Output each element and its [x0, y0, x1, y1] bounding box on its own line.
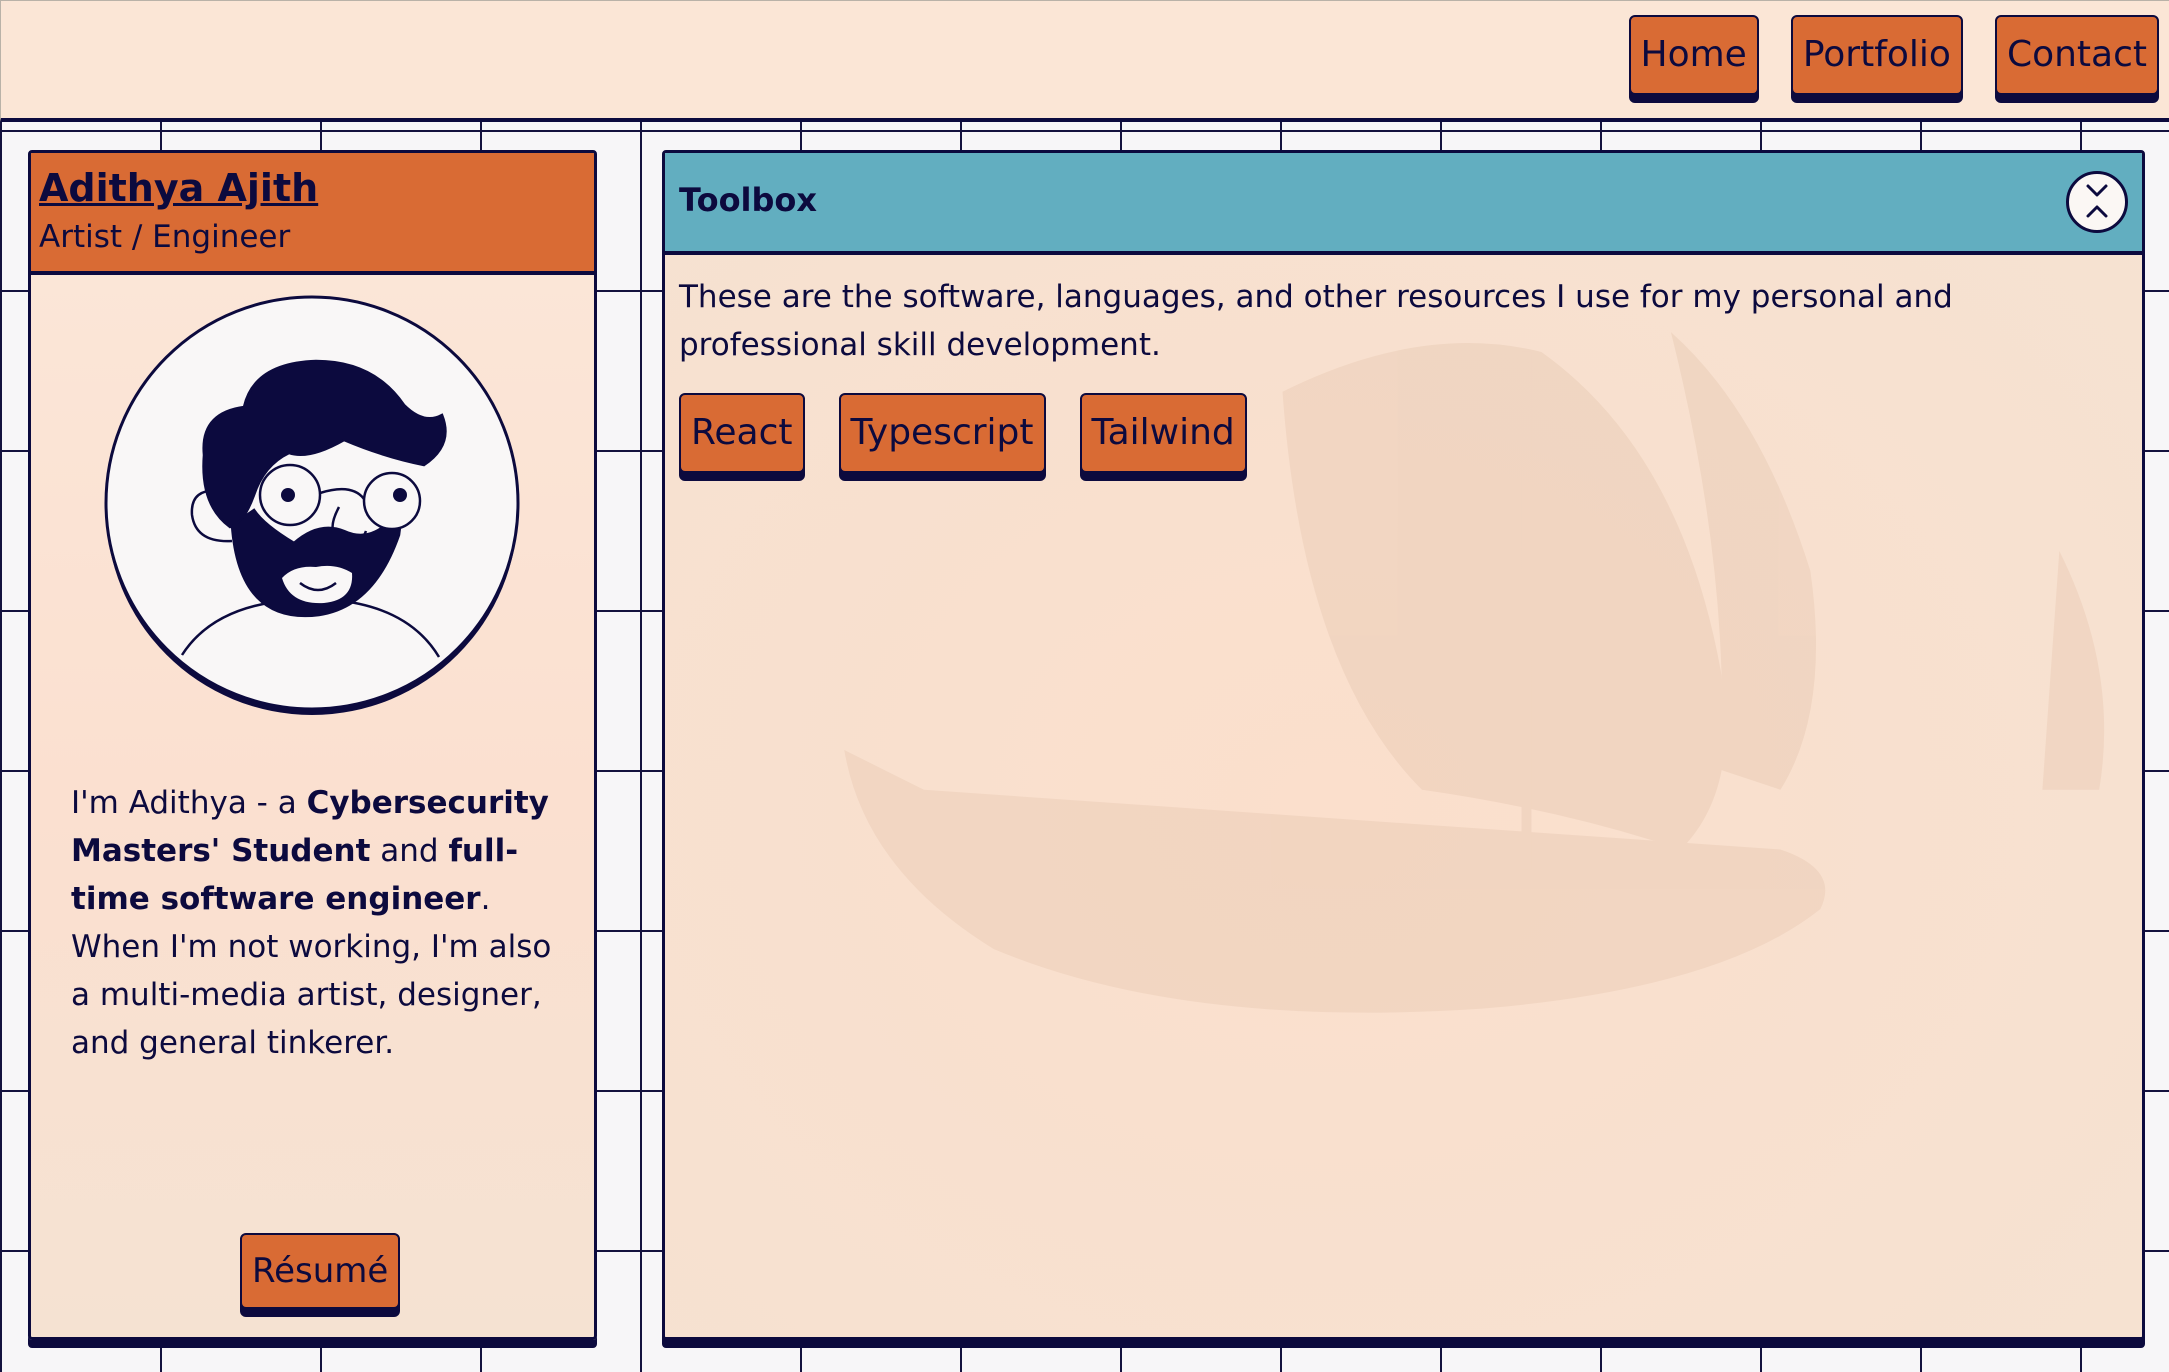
chevrons-collapse-icon: [2086, 184, 2108, 218]
nav-contact-button[interactable]: Contact: [1994, 15, 2159, 95]
top-nav-bar: Home Portfolio Contact: [0, 0, 2169, 122]
profile-header: Adithya Ajith Artist / Engineer: [31, 153, 594, 275]
profile-bio: I'm Adithya - a Cybersecurity Masters' S…: [71, 779, 571, 1067]
nav-portfolio-button[interactable]: Portfolio: [1790, 15, 1963, 95]
collapse-toggle-button[interactable]: [2066, 171, 2128, 233]
main-nav: Home Portfolio Contact: [1628, 15, 2159, 95]
resume-button[interactable]: Résumé: [240, 1233, 401, 1309]
nav-home-button[interactable]: Home: [1628, 15, 1759, 95]
bio-text-2: and: [370, 833, 449, 869]
profile-card: Adithya Ajith Artist / Engineer I'm Adit…: [28, 150, 597, 1340]
tool-tag-typescript[interactable]: Typescript: [838, 393, 1046, 473]
tool-tag-react[interactable]: React: [679, 393, 805, 473]
profile-name-link[interactable]: Adithya Ajith: [39, 165, 594, 211]
avatar-illustration-icon: [104, 295, 520, 715]
toolbox-header: Toolbox: [665, 153, 2142, 255]
toolbox-description: These are the software, languages, and o…: [679, 279, 1953, 363]
toolbox-body: These are the software, languages, and o…: [665, 255, 2142, 473]
tool-tag-list: React Typescript Tailwind: [679, 393, 2128, 473]
bio-text-1: I'm Adithya - a: [71, 785, 307, 821]
profile-role: Artist / Engineer: [39, 219, 291, 255]
toolbox-card: Toolbox These are the software, language…: [662, 150, 2145, 1340]
avatar: [104, 295, 520, 715]
toolbox-title: Toolbox: [679, 181, 818, 219]
tool-tag-tailwind[interactable]: Tailwind: [1079, 393, 1247, 473]
